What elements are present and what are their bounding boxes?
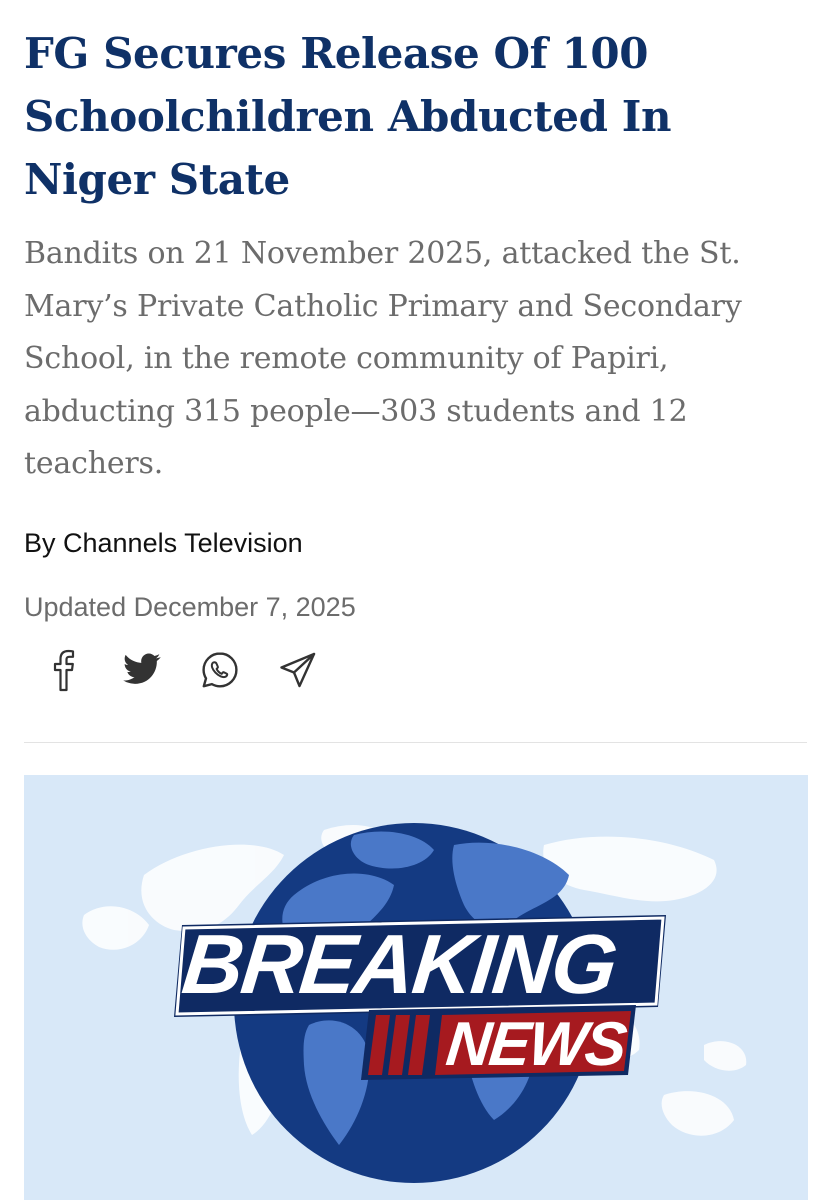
share-twitter-button[interactable]: [118, 646, 166, 694]
share-telegram-button[interactable]: [274, 646, 322, 694]
share-bar: [40, 646, 340, 694]
news-band: NEWS: [361, 1005, 636, 1080]
twitter-icon: [123, 653, 161, 684]
share-whatsapp-button[interactable]: [196, 646, 244, 694]
news-text: NEWS: [443, 1010, 630, 1079]
breaking-text: BREAKING: [178, 917, 620, 1011]
article-byline: By Channels Television: [24, 528, 303, 558]
breaking-band: BREAKING: [174, 915, 666, 1017]
article: FG Secures Release Of 100 Schoolchildren…: [0, 0, 831, 1200]
breaking-news-banner: BREAKING NEWS: [24, 775, 808, 1200]
article-summary: Bandits on 21 November 2025, attacked th…: [24, 236, 742, 481]
whatsapp-icon: [202, 652, 238, 688]
facebook-icon: [53, 649, 75, 692]
article-updated-date: Updated December 7, 2025: [24, 592, 356, 622]
news-stripes-graphic: [368, 1015, 430, 1075]
share-facebook-button[interactable]: [40, 646, 88, 694]
breaking-news-graphic: BREAKING NEWS: [82, 823, 747, 1183]
section-divider: [24, 742, 807, 743]
article-headline: FG Secures Release Of 100 Schoolchildren…: [24, 29, 672, 204]
telegram-icon: [280, 652, 316, 688]
